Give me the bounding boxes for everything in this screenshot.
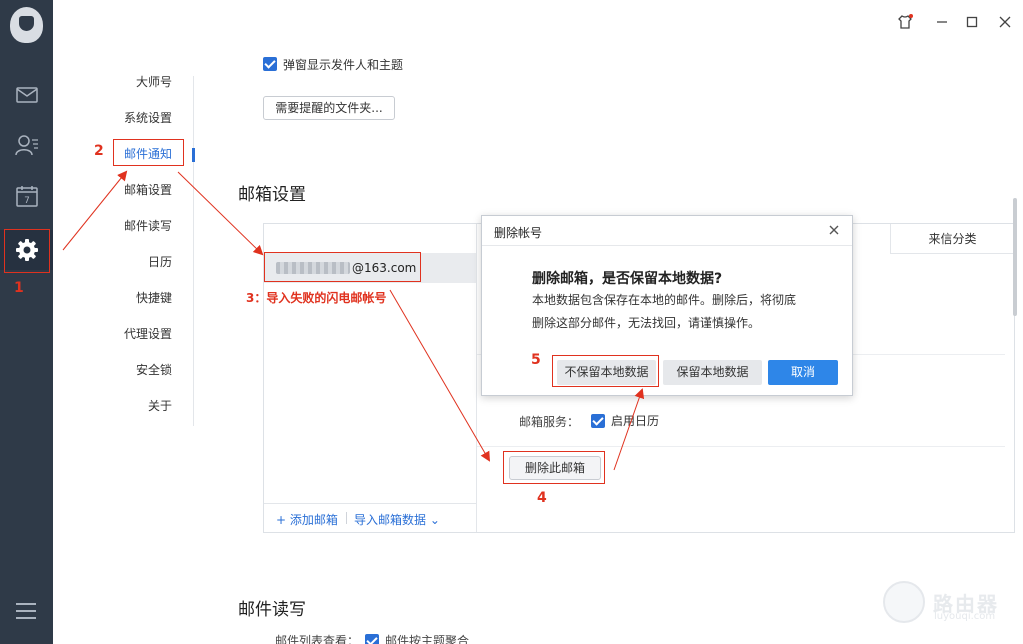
content-scrollbar[interactable] [1013,198,1017,316]
settings-nav-divider [193,76,194,426]
thread-checkbox-label: 邮件按主题聚合 [385,634,470,644]
mailbox-service-label: 邮箱服务： [519,415,580,429]
cancel-button[interactable]: 取消 [768,360,838,385]
settings-nav-item-readwrite[interactable]: 邮件读写 [82,216,172,236]
calendar-icon: 7 [15,186,38,207]
app-logo-icon [10,7,43,43]
annotation-step-1: 1 [14,280,24,296]
footer-separator [346,512,347,524]
calendar-nav-button[interactable]: 7 [0,176,53,216]
annotation-step-5: 5 [531,352,541,368]
settings-nav-item-calendar[interactable]: 日历 [82,252,172,272]
annotation-step-4: 4 [537,490,547,506]
annotation-box-account [264,252,421,282]
dialog-close-button[interactable] [826,222,842,238]
popup-sender-subject-option[interactable]: 弹窗显示发件人和主题 [263,55,403,73]
annotation-box-delete-mailbox [503,451,605,484]
settings-row-divider [477,446,1005,447]
enable-calendar-checkbox[interactable] [591,413,605,428]
minimize-button[interactable] [932,12,952,32]
close-window-button[interactable] [995,12,1015,32]
popup-checkbox[interactable] [263,57,277,71]
account-list-footer-divider [264,503,476,504]
enable-calendar-option[interactable]: 启用日历 [591,412,659,429]
incoming-category-header[interactable]: 来信分类 [890,224,1014,254]
keep-local-data-button[interactable]: 保留本地数据 [663,360,762,385]
settings-nav-item-mailbox[interactable]: 邮箱设置 [82,180,172,200]
annotation-step-3: 3：导入失败的闪电邮帐号 [246,291,387,305]
delete-account-dialog: 删除帐号 删除邮箱，是否保留本地数据? 本地数据包含保存在本地的邮件。删除后，将… [481,215,853,396]
notify-folders-button[interactable]: 需要提醒的文件夹... [263,96,395,120]
close-icon [999,16,1011,28]
dialog-message-line1: 本地数据包含保存在本地的邮件。删除后，将彻底 [532,293,797,307]
mail-nav-button[interactable] [0,75,53,115]
menu-icon[interactable] [16,603,36,624]
enable-calendar-label: 启用日历 [611,414,660,428]
annotation-step-2: 2 [94,143,104,159]
maximize-icon [966,16,978,28]
annotation-box-no-keep [552,355,659,387]
maximize-button[interactable] [962,12,982,32]
popup-checkbox-label: 弹窗显示发件人和主题 [283,57,404,72]
mailbox-section-title: 邮箱设置 [238,185,306,205]
dialog-question: 删除邮箱，是否保留本地数据? [532,271,723,287]
list-view-label: 邮件列表查看： [275,634,360,644]
settings-nav-active-indicator [192,148,195,162]
router-icon [883,581,925,623]
settings-nav-item-system[interactable]: 系统设置 [82,108,172,128]
thread-option-row: 邮件列表查看： 邮件按主题聚合 [275,632,469,644]
skin-button[interactable] [895,12,915,32]
mail-readwrite-section-title: 邮件读写 [238,600,306,620]
dialog-message-line2: 删除这部分邮件，无法找回，请谨慎操作。 [532,316,761,330]
add-mailbox-link[interactable]: + 添加邮箱 [276,511,338,528]
annotation-box-settings [4,229,50,273]
shirt-icon [898,14,913,29]
close-icon [829,225,839,235]
app-sidebar: 7 [0,0,53,644]
mail-icon [15,87,38,103]
watermark-url: luyouqi.com [934,611,996,622]
contacts-icon [14,135,38,156]
settings-nav-item-shortcuts[interactable]: 快捷键 [82,288,172,308]
settings-nav-item-about[interactable]: 关于 [82,396,172,416]
annotation-box-notify [113,139,184,166]
calendar-day: 7 [24,196,30,206]
thread-checkbox[interactable] [365,633,380,644]
settings-nav-item-master[interactable]: 大师号 [82,72,172,92]
dialog-header: 删除帐号 [482,216,852,246]
settings-nav-item-proxy[interactable]: 代理设置 [82,324,172,344]
minimize-icon [937,21,947,23]
settings-nav-item-lock[interactable]: 安全锁 [82,360,172,380]
account-panel-divider [476,224,477,532]
contacts-nav-button[interactable] [0,125,53,165]
import-mailbox-data-link[interactable]: 导入邮箱数据 ⌄ [354,511,440,528]
dialog-title: 删除帐号 [494,226,543,240]
